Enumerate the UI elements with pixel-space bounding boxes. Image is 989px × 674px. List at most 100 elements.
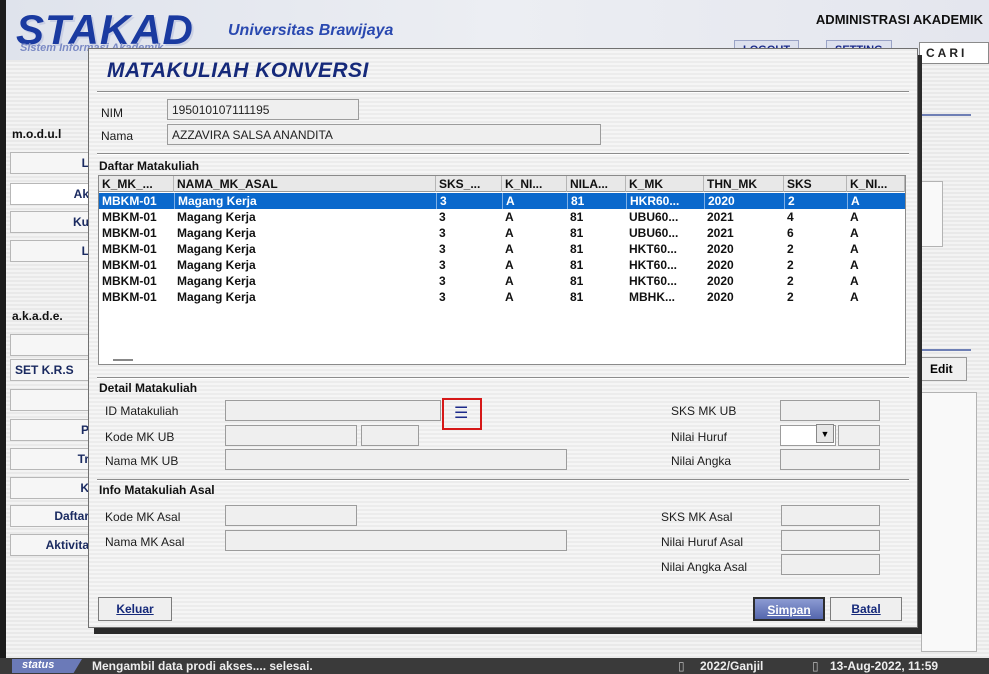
sidebar-item-4[interactable]: L <box>10 240 94 262</box>
column-header[interactable]: SKS_... <box>436 176 502 192</box>
table-cell: A <box>850 242 859 256</box>
column-header[interactable]: NILA... <box>567 176 626 192</box>
table-cell: Magang Kerja <box>177 226 256 240</box>
table-row[interactable]: MBKM-01 Magang Kerja 3 A 81 UBU60... 2021 4 A <box>99 209 905 225</box>
table-row[interactable]: MBKM-01 Magang Kerja 3 A 81 HKT60... 2020 2 A <box>99 257 905 273</box>
status-separator: ▯ <box>812 659 819 673</box>
table-row[interactable]: MBKM-01 Magang Kerja 3 A 81 MBHK... 2020 2 A <box>99 289 905 305</box>
table-cell: 81 <box>570 290 584 304</box>
nama-field[interactable]: AZZAVIRA SALSA ANANDITA <box>167 124 601 145</box>
edit-button[interactable]: Edit <box>919 357 967 381</box>
sidebar-item-7[interactable] <box>10 389 94 411</box>
table-cell: MBKM-01 <box>102 290 157 304</box>
table-cell: HKT60... <box>629 274 678 288</box>
background-panel <box>921 181 943 247</box>
nama-label: Nama <box>101 129 134 143</box>
table-cell: UBU60... <box>629 226 679 240</box>
university-name: Universitas Brawijaya <box>228 22 394 39</box>
search-button[interactable]: CARI <box>919 42 989 64</box>
table-cell: 2021 <box>707 226 734 240</box>
table-cell: A <box>505 290 514 304</box>
sks-mk-ub-label: SKS MK UB <box>671 404 737 418</box>
table-row[interactable]: MBKM-01 Magang Kerja 3 A 81 HKT60... 2020 2 A <box>99 273 905 289</box>
sidebar-item-2[interactable]: Ak <box>10 183 94 205</box>
sidebar-item-5[interactable] <box>10 334 94 356</box>
nama-mk-ub-label: Nama MK UB <box>105 454 179 468</box>
nama-mk-asal-field[interactable] <box>225 530 567 551</box>
table-cell: 2020 <box>707 242 734 256</box>
table-cell: Magang Kerja <box>177 258 256 272</box>
lookup-button[interactable]: ☰ <box>442 398 482 430</box>
table-cell: A <box>502 193 567 209</box>
column-header[interactable]: K_NI... <box>847 176 905 192</box>
batal-button[interactable]: Batal <box>830 597 902 621</box>
status-datetime: 13-Aug-2022, 11:59 <box>830 659 939 673</box>
kode-mk-ub-field[interactable] <box>225 425 357 446</box>
column-header[interactable]: K_MK_... <box>99 176 174 192</box>
divider <box>97 153 909 155</box>
table-cell: Magang Kerja <box>177 210 256 224</box>
column-header[interactable]: THN_MK <box>704 176 784 192</box>
info-matakuliah-asal-heading: Info Matakuliah Asal <box>99 483 215 497</box>
sidebar-item-daftar[interactable]: Daftar <box>10 505 94 527</box>
sidebar-item-1[interactable]: L <box>10 152 94 174</box>
table-cell: Magang Kerja <box>177 274 256 288</box>
table-cell: A <box>505 258 514 272</box>
matakuliah-table[interactable]: K_MK_... NAMA_MK_ASAL SKS_... K_NI... NI… <box>98 175 906 365</box>
detail-matakuliah-heading: Detail Matakuliah <box>99 381 198 395</box>
table-cell: Magang Kerja <box>177 290 256 304</box>
table-cell: MBKM-01 <box>102 274 157 288</box>
nilai-huruf-extra-field[interactable] <box>838 425 880 446</box>
table-cell: 3 <box>439 274 446 288</box>
id-matakuliah-field[interactable] <box>225 400 441 421</box>
table-row[interactable]: MBKM-01 Magang Kerja 3 A 81 UBU60... 2021 6 A <box>99 225 905 241</box>
table-cell: 81 <box>570 274 584 288</box>
status-tag: status <box>12 659 82 673</box>
chevron-down-icon[interactable]: ▼ <box>816 424 834 443</box>
sidebar-item-aktivitas[interactable]: Aktivita <box>10 534 94 556</box>
admin-label: ADMINISTRASI AKADEMIK <box>815 12 983 27</box>
table-cell: 3 <box>439 210 446 224</box>
nilai-angka-asal-field[interactable] <box>781 554 880 575</box>
sks-mk-ub-field[interactable] <box>780 400 880 421</box>
table-cell: A <box>850 290 859 304</box>
nim-label: NIM <box>101 106 123 120</box>
status-period: 2022/Ganjil <box>700 659 764 673</box>
column-header[interactable]: SKS <box>784 176 847 192</box>
table-cell: A <box>850 210 859 224</box>
nim-field[interactable]: 195010107111195 <box>167 99 359 120</box>
table-cell: A <box>850 226 859 240</box>
table-cell: 2021 <box>707 210 734 224</box>
table-cell: 81 <box>570 210 584 224</box>
sidebar-section-modul: m.o.d.u.l <box>12 127 62 141</box>
kode-mk-asal-field[interactable] <box>225 505 357 526</box>
sidebar-item-9[interactable]: Tr <box>10 448 94 470</box>
scroll-indicator[interactable] <box>113 359 133 361</box>
nama-mk-ub-field[interactable] <box>225 449 567 470</box>
table-cell: 2020 <box>704 193 784 209</box>
table-cell: MBKM-01 <box>102 242 157 256</box>
nilai-angka-field[interactable] <box>780 449 880 470</box>
sidebar-item-8[interactable]: P <box>10 419 94 441</box>
sks-mk-asal-label: SKS MK Asal <box>661 510 733 524</box>
keluar-button[interactable]: Keluar <box>98 597 172 621</box>
table-row[interactable]: MBKM-01 Magang Kerja 3 A 81 HKT60... 2020 2 A <box>99 241 905 257</box>
sidebar-item-set-krs[interactable]: SET K.R.S <box>10 359 94 381</box>
table-cell: Magang Kerja <box>177 242 256 256</box>
nama-mk-asal-label: Nama MK Asal <box>105 535 185 549</box>
column-header[interactable]: K_MK <box>626 176 704 192</box>
table-row[interactable]: MBKM-01 Magang Kerja 3 A 81 HKR60... 2020 2 A <box>99 193 905 209</box>
table-cell: 2 <box>787 274 794 288</box>
column-header[interactable]: K_NI... <box>502 176 567 192</box>
nilai-angka-asal-label: Nilai Angka Asal <box>661 560 748 574</box>
table-cell: 2 <box>784 193 847 209</box>
simpan-button[interactable]: Simpan <box>753 597 825 621</box>
sidebar-item-3[interactable]: Ku <box>10 211 94 233</box>
sks-mk-asal-field[interactable] <box>781 505 880 526</box>
kode-mk-ub-extra-field[interactable] <box>361 425 419 446</box>
sidebar-section-akademik: a.k.a.d.e. <box>12 309 63 323</box>
sidebar-item-10[interactable]: K <box>10 477 94 499</box>
divider <box>97 479 909 481</box>
column-header[interactable]: NAMA_MK_ASAL <box>174 176 436 192</box>
nilai-huruf-asal-field[interactable] <box>781 530 880 551</box>
